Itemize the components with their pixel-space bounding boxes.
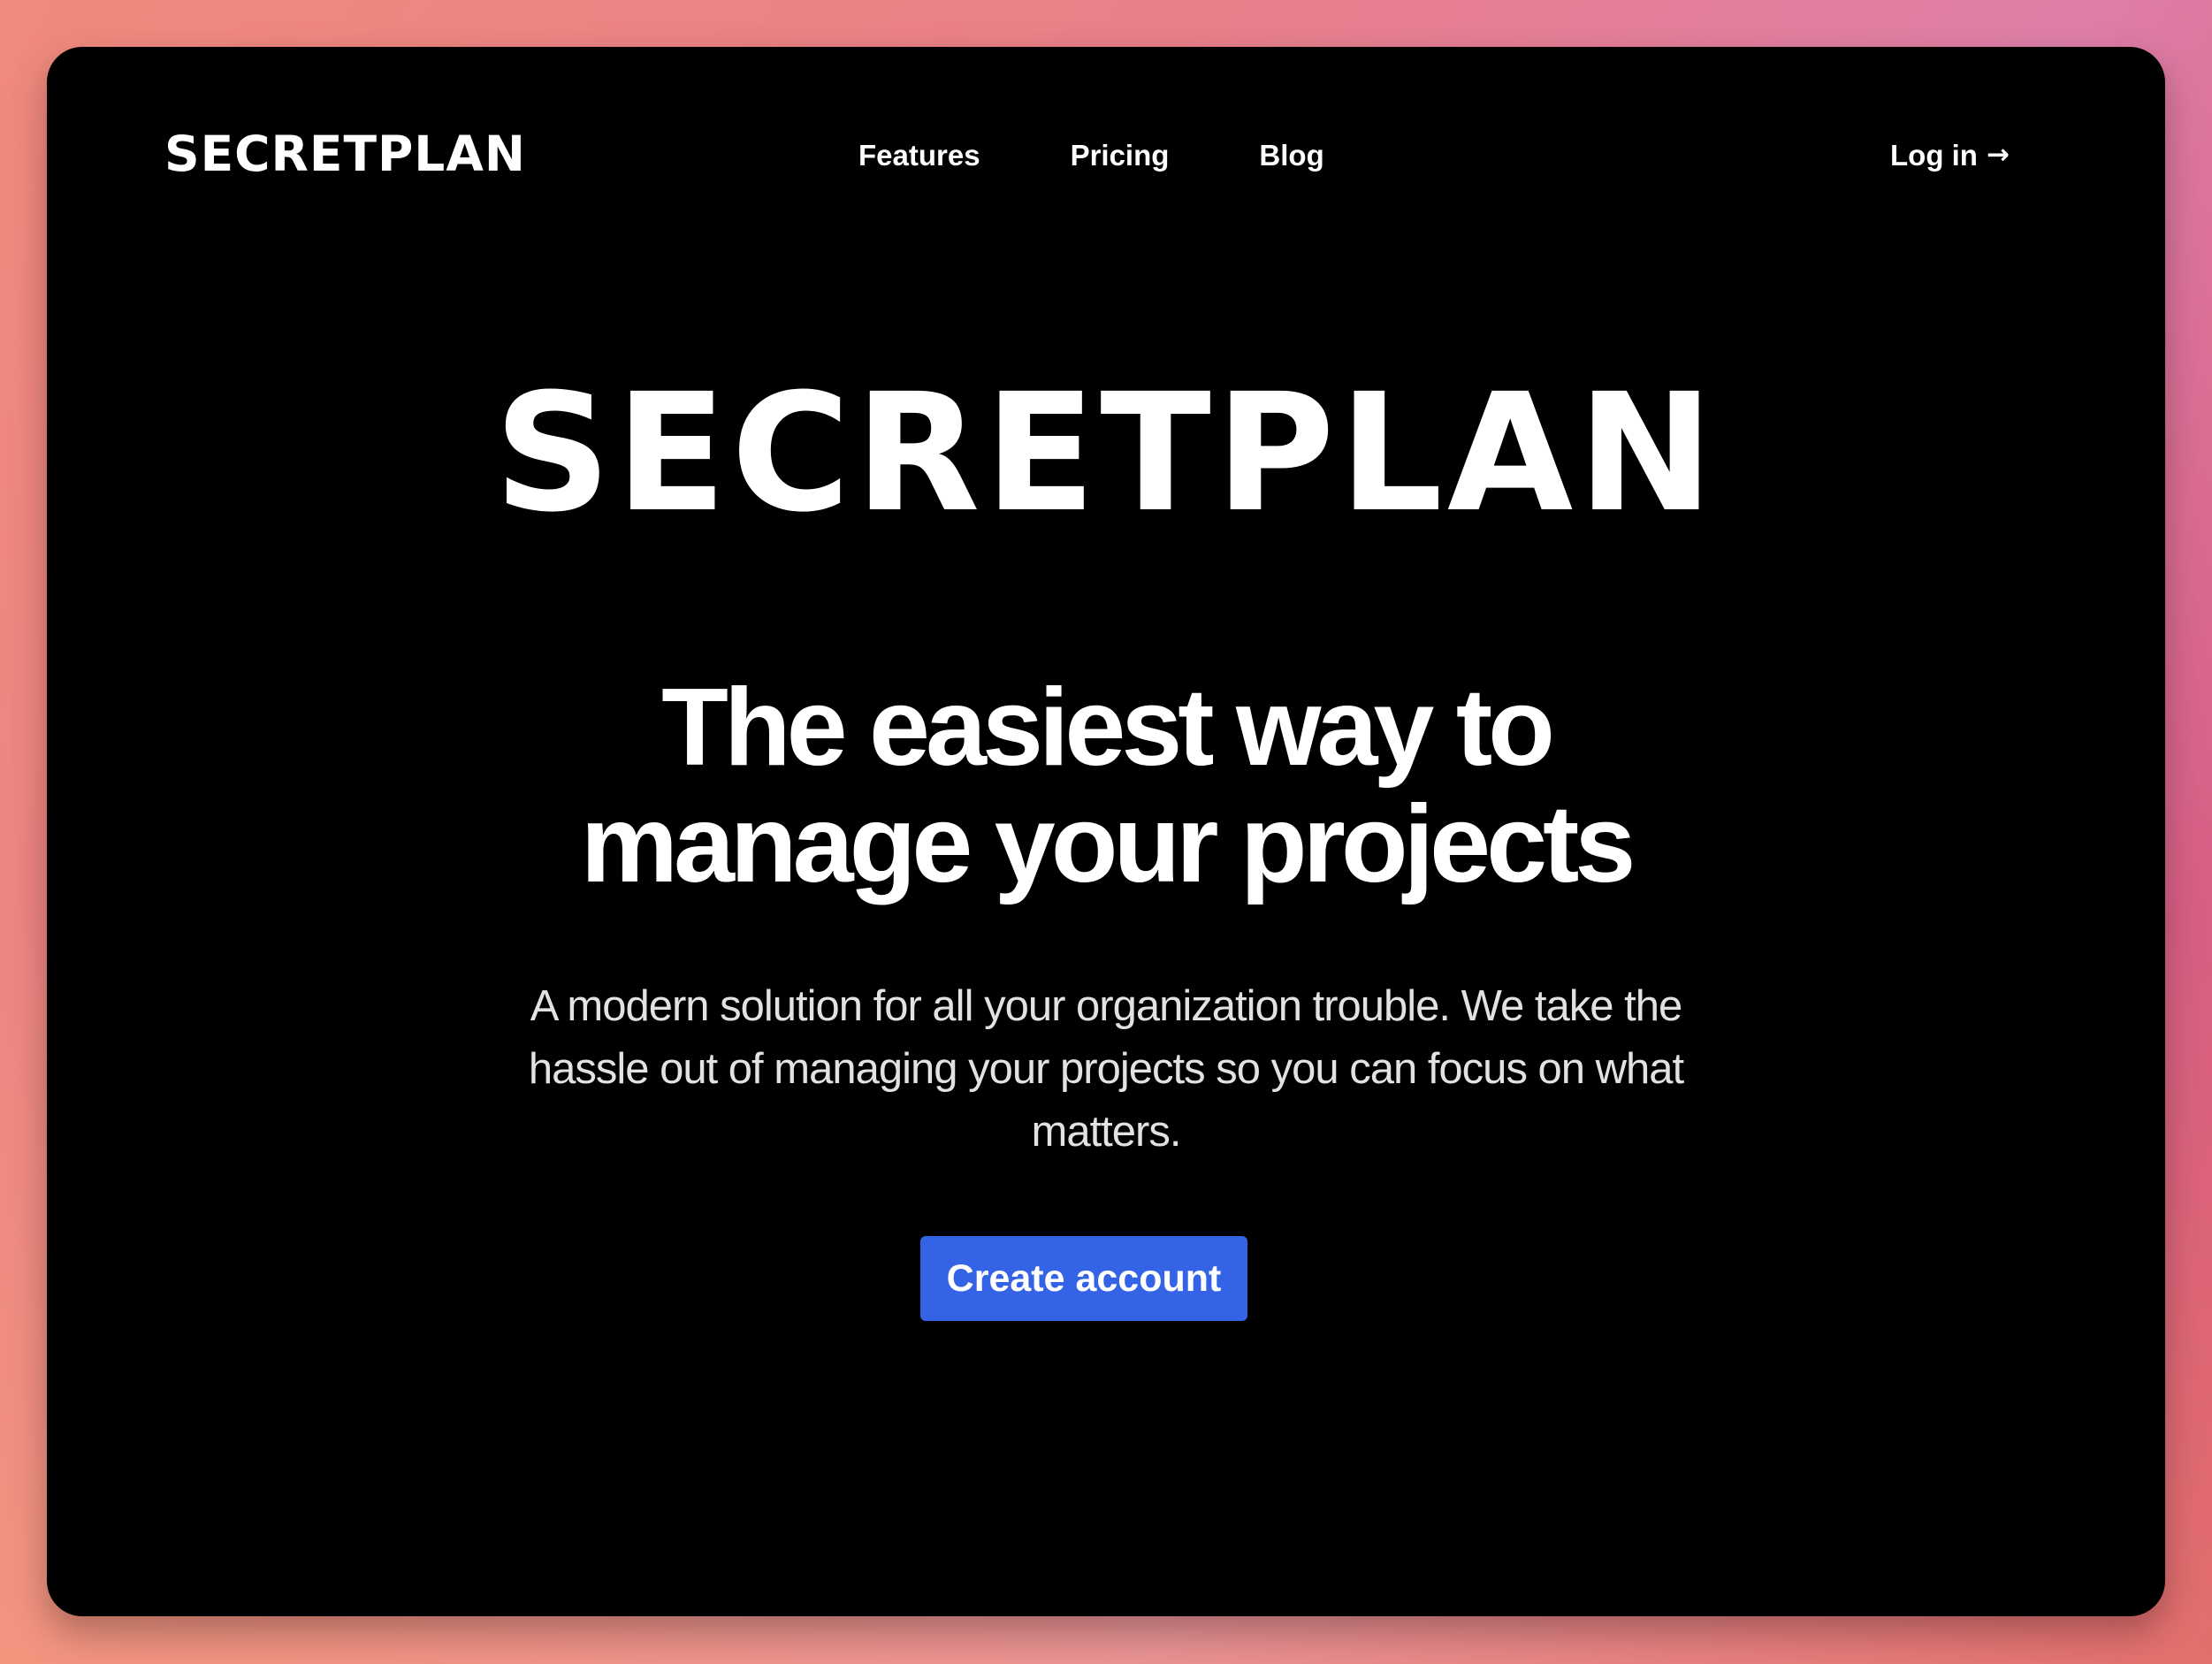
login-label: Log in: [1890, 139, 1978, 172]
hero-logo: SECRETPLAN: [493, 359, 1719, 548]
browser-window: SECRETPLAN Features Pricing Blog Log in …: [47, 47, 2165, 1616]
nav-pricing-link[interactable]: Pricing: [1071, 141, 1170, 170]
create-account-button[interactable]: Create account: [920, 1236, 1247, 1321]
hero-description: A modern solution for all your organizat…: [528, 982, 1684, 1156]
arrow-right-icon: →: [1986, 139, 2010, 171]
hero-headline: The easiest way to manage your projects: [47, 669, 2165, 903]
nav-blog-link[interactable]: Blog: [1259, 141, 1323, 170]
top-nav: Features Pricing Blog: [858, 141, 1324, 170]
headline-line-2: manage your projects: [580, 783, 1636, 905]
headline-line-1: The easiest way to: [661, 667, 1555, 789]
login-link[interactable]: Log in →: [1890, 141, 2010, 170]
header-logo[interactable]: SECRETPLAN: [164, 130, 526, 179]
nav-features-link[interactable]: Features: [858, 141, 980, 170]
